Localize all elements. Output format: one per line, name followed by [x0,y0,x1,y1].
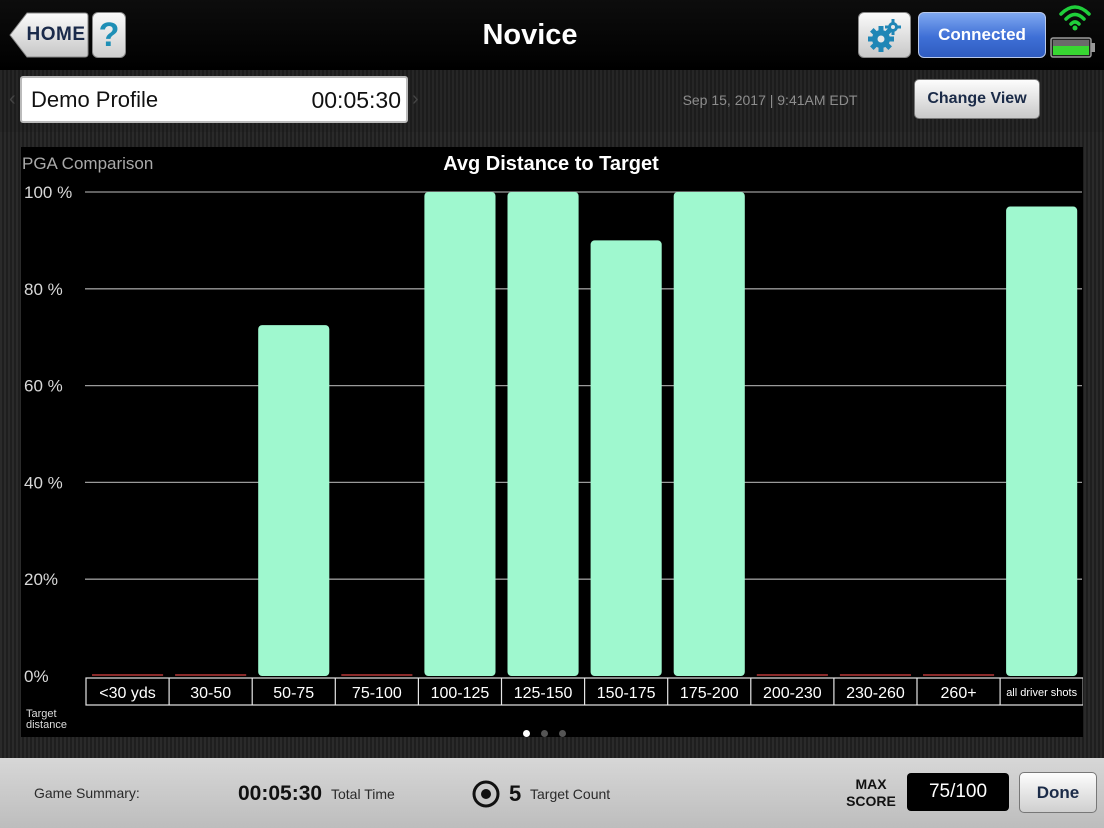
pga-comparison-label: PGA Comparison [22,154,154,173]
bar-zero-marker [839,674,911,676]
bar [673,192,745,676]
target-count-value: 5 [509,781,522,806]
change-view-button[interactable]: Change View [914,79,1040,119]
y-tick-label: 20% [24,570,58,589]
x-tick-label: 260+ [941,685,977,702]
game-summary-bar: Game Summary: 00:05:30 Total Time 5 Targ… [0,758,1104,828]
y-tick-label: 60 % [24,377,63,396]
page-indicator[interactable] [523,724,577,742]
target-count-label: Target Count [530,786,611,802]
connection-status-button[interactable]: Connected [918,12,1046,58]
home-label: HOME [26,24,86,45]
x-tick-label: <30 yds [99,685,155,702]
bar-zero-marker [341,674,413,676]
bar-chart: 100 % 80 % 60 % 40 % 20% 0% <30 yds 30-50 50-75 7… [24,183,1083,706]
game-summary-label: Game Summary: [34,785,140,801]
x-tick-label: 200-230 [763,685,822,702]
x-tick-label: 150-175 [597,685,656,702]
max-score-line1: MAX [855,776,887,792]
max-score-line2: SCORE [846,793,896,809]
x-tick-label: all driver shots [1006,687,1077,699]
page-dot[interactable] [523,730,530,737]
info-bar: ‹ Demo Profile 00:05:30 › Sep 15, 2017 |… [0,70,1104,132]
bar-zero-marker [756,674,828,676]
x-tick-label: 125-150 [514,685,573,702]
profile-selector[interactable]: Demo Profile 00:05:30 [20,76,408,123]
page-dot[interactable] [559,730,566,737]
x-tick-label: 30-50 [190,685,231,702]
y-tick-label: 40 % [24,473,63,492]
gear-icon [868,19,901,52]
settings-button[interactable] [858,12,911,58]
chart-title: Avg Distance to Target [443,153,659,175]
bar-zero-marker [92,674,164,676]
done-button[interactable]: Done [1019,772,1097,813]
x-tick-label: 175-200 [680,685,739,702]
session-datetime: Sep 15, 2017 | 9:41AM EDT [682,92,858,108]
profile-name: Demo Profile [31,87,159,112]
x-tick-label: 50-75 [273,685,314,702]
y-tick-label: 0% [24,667,49,686]
bar [424,192,496,676]
x-tick-label: 230-260 [846,685,905,702]
wifi-icon [1059,5,1091,31]
x-tick-label: 75-100 [352,685,402,702]
session-timer: 00:05:30 [311,87,401,113]
bar [507,192,579,676]
chart-panel[interactable]: 100 % 80 % 60 % 40 % 20% 0% <30 yds 30-50 50-75 7… [21,147,1083,737]
bar-zero-marker [923,674,995,676]
y-tick-label: 80 % [24,280,63,299]
target-icon [472,780,500,808]
bar [258,325,330,676]
bar [590,240,662,676]
score-display: 75/100 [907,773,1009,811]
home-button[interactable]: HOME [9,12,89,58]
max-score-label: MAX SCORE [838,776,904,810]
x-tick-label: 100-125 [431,685,490,702]
total-time-value: 00:05:30 [238,782,323,805]
page-title: Novice [482,19,578,51]
total-time-label: Total Time [331,786,395,802]
battery-icon [1050,37,1095,58]
top-bar: HOME ? Novice Connected [0,0,1104,70]
bar [1006,206,1078,676]
help-button[interactable]: ? [92,12,126,58]
page-dot[interactable] [541,730,548,737]
chevron-left-icon: ‹ [9,88,16,110]
x-axis-label: Target distance [26,708,67,731]
chevron-right-icon: › [412,88,419,110]
bar-zero-marker [175,674,247,676]
y-tick-label: 100 % [24,183,72,202]
